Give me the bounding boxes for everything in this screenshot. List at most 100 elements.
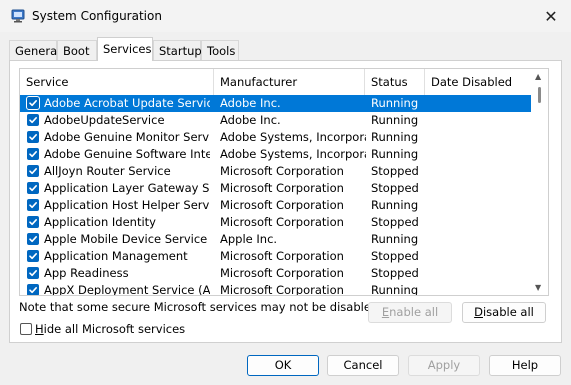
vertical-scrollbar[interactable]: ▲ ▼ bbox=[531, 69, 548, 295]
ok-button[interactable]: OK bbox=[247, 355, 319, 376]
table-row[interactable]: Application Identity Microsoft Corporatio… bbox=[20, 214, 532, 231]
status-cell: Running bbox=[371, 96, 419, 110]
service-checkbox[interactable] bbox=[27, 267, 39, 279]
table-row[interactable]: Adobe Genuine Software Integri... Adobe S… bbox=[20, 146, 532, 163]
service-checkbox[interactable] bbox=[27, 233, 39, 245]
service-name-cell: Adobe Genuine Software Integri... bbox=[44, 147, 210, 161]
checkmark-icon bbox=[29, 117, 37, 124]
manufacturer-cell: Microsoft Corporation bbox=[220, 164, 344, 178]
cancel-button[interactable]: Cancel bbox=[327, 355, 399, 376]
date-disabled-cell bbox=[431, 129, 531, 146]
column-header-status[interactable]: Status bbox=[365, 69, 425, 95]
apply-button[interactable]: Apply bbox=[408, 355, 480, 376]
service-name-cell: AppX Deployment Service (AppX... bbox=[44, 283, 210, 296]
scrollbar-thumb[interactable] bbox=[538, 87, 541, 103]
status-cell: Running bbox=[371, 147, 419, 161]
manufacturer-cell: Adobe Inc. bbox=[220, 96, 281, 110]
tab-general[interactable]: General bbox=[9, 40, 60, 60]
help-button[interactable]: Help bbox=[489, 355, 561, 376]
date-disabled-cell bbox=[431, 112, 531, 129]
system-config-icon bbox=[11, 9, 25, 23]
manufacturer-cell: Microsoft Corporation bbox=[220, 249, 344, 263]
manufacturer-cell: Microsoft Corporation bbox=[220, 198, 344, 212]
window-title: System Configuration bbox=[32, 9, 162, 23]
service-checkbox[interactable] bbox=[27, 199, 39, 211]
checkmark-icon bbox=[29, 202, 37, 209]
status-cell: Running bbox=[371, 130, 419, 144]
table-row[interactable]: Application Layer Gateway Service Microso… bbox=[20, 180, 532, 197]
table-row[interactable]: Adobe Genuine Monitor Service Adobe Syste… bbox=[20, 129, 532, 146]
manufacturer-cell: Adobe Inc. bbox=[220, 113, 281, 127]
service-name-cell: Apple Mobile Device Service bbox=[44, 232, 208, 246]
scroll-down-icon[interactable]: ▼ bbox=[535, 283, 541, 292]
tab-services[interactable]: Services bbox=[97, 37, 153, 61]
date-disabled-cell bbox=[431, 231, 531, 248]
table-row[interactable]: Application Management Microsoft Corporat… bbox=[20, 248, 532, 265]
status-cell: Stopped bbox=[371, 215, 419, 229]
manufacturer-cell: Microsoft Corporation bbox=[220, 266, 344, 280]
date-disabled-cell bbox=[431, 214, 531, 231]
title-bar: System Configuration ✕ bbox=[0, 0, 571, 32]
table-row[interactable]: AllJoyn Router Service Microsoft Corporat… bbox=[20, 163, 532, 180]
service-checkbox[interactable] bbox=[27, 216, 39, 228]
column-header-manufacturer[interactable]: Manufacturer bbox=[214, 69, 365, 95]
enable-all-button[interactable]: Enable all bbox=[368, 302, 452, 323]
service-name-cell: Adobe Acrobat Update Service bbox=[44, 96, 210, 110]
scroll-up-icon[interactable]: ▲ bbox=[535, 72, 541, 81]
checkmark-icon bbox=[29, 168, 37, 175]
service-name-cell: Application Identity bbox=[44, 215, 156, 229]
close-icon: ✕ bbox=[544, 6, 558, 26]
service-checkbox[interactable] bbox=[27, 284, 39, 295]
status-cell: Running bbox=[371, 232, 419, 246]
service-checkbox[interactable] bbox=[26, 96, 40, 110]
status-cell: Running bbox=[371, 198, 419, 212]
checkmark-icon bbox=[29, 151, 37, 158]
checkmark-icon bbox=[29, 185, 37, 192]
service-checkbox[interactable] bbox=[27, 131, 39, 143]
checkmark-icon bbox=[29, 253, 37, 260]
status-cell: Running bbox=[371, 283, 419, 296]
date-disabled-cell bbox=[431, 265, 531, 282]
table-row[interactable]: AppX Deployment Service (AppX... Microsof… bbox=[20, 282, 532, 296]
column-header-date-disabled[interactable]: Date Disabled bbox=[425, 69, 532, 95]
disable-all-label: isable all bbox=[482, 305, 534, 319]
date-disabled-cell bbox=[431, 180, 531, 197]
manufacturer-cell: Adobe Systems, Incorpora... bbox=[220, 130, 366, 144]
checkmark-icon bbox=[29, 236, 37, 243]
status-cell: Running bbox=[371, 113, 419, 127]
table-row[interactable]: Apple Mobile Device Service Apple Inc. Run… bbox=[20, 231, 532, 248]
service-checkbox[interactable] bbox=[27, 165, 39, 177]
close-button[interactable]: ✕ bbox=[541, 6, 561, 26]
disable-all-button[interactable]: Disable all bbox=[462, 302, 546, 323]
tab-tools[interactable]: Tools bbox=[201, 40, 239, 60]
disable-all-mnemonic: D bbox=[474, 305, 483, 319]
table-row[interactable]: AdobeUpdateService Adobe Inc. Running bbox=[20, 112, 532, 129]
hide-microsoft-services-label[interactable]: Hide all Microsoft services bbox=[35, 322, 185, 336]
service-checkbox[interactable] bbox=[27, 250, 39, 262]
service-name-cell: AdobeUpdateService bbox=[44, 113, 165, 127]
table-row[interactable]: Adobe Acrobat Update Service Adobe Inc. Ru… bbox=[20, 95, 532, 112]
table-row[interactable]: App Readiness Microsoft Corporation Stoppe… bbox=[20, 265, 532, 282]
manufacturer-cell: Microsoft Corporation bbox=[220, 215, 344, 229]
checkmark-icon bbox=[29, 287, 37, 294]
hide-microsoft-services-checkbox[interactable] bbox=[20, 323, 32, 335]
service-name-cell: Application Management bbox=[44, 249, 188, 263]
service-name-cell: Adobe Genuine Monitor Service bbox=[44, 130, 210, 144]
tab-startup[interactable]: Startup bbox=[153, 40, 202, 60]
service-checkbox[interactable] bbox=[27, 182, 39, 194]
tab-boot[interactable]: Boot bbox=[57, 40, 97, 60]
status-cell: Stopped bbox=[371, 164, 419, 178]
column-header-service[interactable]: Service bbox=[20, 69, 214, 95]
manufacturer-cell: Microsoft Corporation bbox=[220, 181, 344, 195]
table-row[interactable]: Application Host Helper Service Microsoft… bbox=[20, 197, 532, 214]
hide-label-text: ide all Microsoft services bbox=[43, 322, 186, 336]
services-list[interactable]: Service Manufacturer Status Date Disable… bbox=[19, 68, 549, 296]
status-cell: Stopped bbox=[371, 181, 419, 195]
checkmark-icon bbox=[29, 100, 37, 107]
service-name-cell: Application Layer Gateway Service bbox=[44, 181, 210, 195]
date-disabled-cell bbox=[431, 163, 531, 180]
service-checkbox[interactable] bbox=[27, 148, 39, 160]
hide-mnemonic: H bbox=[35, 322, 44, 336]
service-checkbox[interactable] bbox=[27, 114, 39, 126]
list-header: Service Manufacturer Status Date Disable… bbox=[20, 69, 532, 95]
